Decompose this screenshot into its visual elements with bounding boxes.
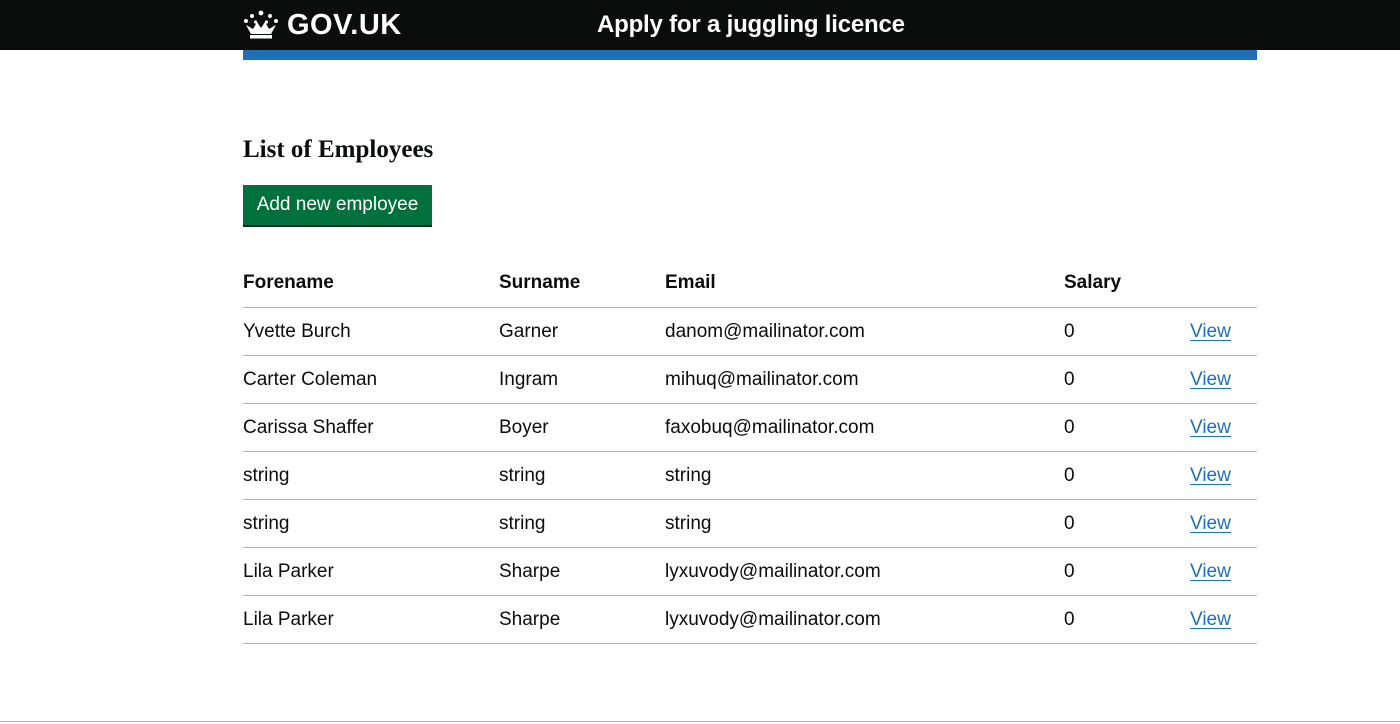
email-cell: danom@mailinator.com — [665, 307, 1064, 356]
header-forename: Forename — [243, 259, 499, 308]
action-cell: View — [1190, 451, 1257, 500]
action-cell: View — [1190, 307, 1257, 356]
email-cell: string — [665, 499, 1064, 548]
forename-cell: Carter Coleman — [243, 355, 499, 404]
logo-text: GOV.UK — [287, 9, 402, 41]
action-cell: View — [1190, 403, 1257, 452]
table-row: Lila Parker Sharpe lyxuvody@mailinator.c… — [243, 595, 1257, 644]
add-new-employee-button[interactable]: Add new employee — [243, 185, 432, 225]
forename-cell: Lila Parker — [243, 595, 499, 644]
service-name-link[interactable]: Apply for a juggling licence — [597, 9, 905, 41]
table-row: Carissa Shaffer Boyer faxobuq@mailinator… — [243, 403, 1257, 452]
header-salary: Salary — [1064, 259, 1190, 308]
surname-cell: Boyer — [499, 403, 665, 452]
forename-cell: string — [243, 499, 499, 548]
view-link[interactable]: View — [1190, 465, 1231, 486]
site-header: GOV.UK Apply for a juggling licence — [0, 0, 1400, 50]
surname-cell: Ingram — [499, 355, 665, 404]
forename-cell: Yvette Burch — [243, 307, 499, 356]
govuk-logo-link[interactable]: GOV.UK — [243, 8, 402, 42]
page-title: List of Employees — [243, 136, 434, 163]
table-row: Lila Parker Sharpe lyxuvody@mailinator.c… — [243, 547, 1257, 596]
salary-cell: 0 — [1064, 547, 1190, 596]
footer-divider — [0, 721, 1400, 722]
email-cell: lyxuvody@mailinator.com — [665, 595, 1064, 644]
forename-cell: Lila Parker — [243, 547, 499, 596]
view-link[interactable]: View — [1190, 561, 1231, 582]
salary-cell: 0 — [1064, 595, 1190, 644]
table-row: Carter Coleman Ingram mihuq@mailinator.c… — [243, 355, 1257, 404]
surname-cell: Sharpe — [499, 595, 665, 644]
table-header-row: Forename Surname Email Salary — [243, 259, 1257, 308]
action-cell: View — [1190, 355, 1257, 404]
header-email: Email — [665, 259, 1064, 308]
email-cell: mihuq@mailinator.com — [665, 355, 1064, 404]
salary-cell: 0 — [1064, 403, 1190, 452]
salary-cell: 0 — [1064, 451, 1190, 500]
view-link[interactable]: View — [1190, 369, 1231, 390]
surname-cell: Garner — [499, 307, 665, 356]
salary-cell: 0 — [1064, 307, 1190, 356]
view-link[interactable]: View — [1190, 321, 1231, 342]
salary-cell: 0 — [1064, 355, 1190, 404]
action-cell: View — [1190, 499, 1257, 548]
view-link[interactable]: View — [1190, 513, 1231, 534]
forename-cell: string — [243, 451, 499, 500]
forename-cell: Carissa Shaffer — [243, 403, 499, 452]
action-cell: View — [1190, 595, 1257, 644]
employees-table: Forename Surname Email Salary Yvette Bur… — [243, 259, 1257, 644]
table-row: string string string 0 View — [243, 499, 1257, 548]
email-cell: string — [665, 451, 1064, 500]
salary-cell: 0 — [1064, 499, 1190, 548]
action-cell: View — [1190, 547, 1257, 596]
surname-cell: string — [499, 451, 665, 500]
header-accent-bar — [243, 50, 1257, 60]
email-cell: faxobuq@mailinator.com — [665, 403, 1064, 452]
view-link[interactable]: View — [1190, 609, 1231, 630]
crown-icon — [243, 10, 279, 40]
table-row: Yvette Burch Garner danom@mailinator.com… — [243, 307, 1257, 356]
surname-cell: Sharpe — [499, 547, 665, 596]
header-action — [1190, 259, 1257, 308]
table-row: string string string 0 View — [243, 451, 1257, 500]
view-link[interactable]: View — [1190, 417, 1231, 438]
header-surname: Surname — [499, 259, 665, 308]
email-cell: lyxuvody@mailinator.com — [665, 547, 1064, 596]
surname-cell: string — [499, 499, 665, 548]
